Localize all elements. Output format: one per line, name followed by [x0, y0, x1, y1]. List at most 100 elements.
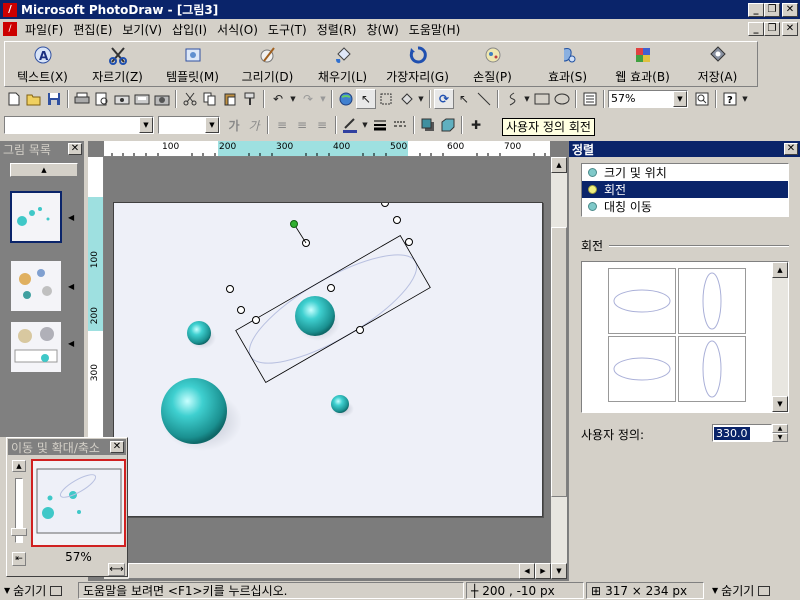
- redo-dropdown-icon[interactable]: ▼: [318, 89, 328, 109]
- thumbnail-3[interactable]: [10, 321, 62, 373]
- gallery-scrollbar[interactable]: ▲ ▼: [772, 262, 788, 412]
- scroll-up-icon[interactable]: ▲: [551, 157, 567, 173]
- option-size-position[interactable]: 크기 및 위치: [582, 164, 788, 181]
- template-button[interactable]: 템플릿(M): [155, 42, 230, 88]
- font-dropdown-icon[interactable]: ▼: [139, 117, 153, 133]
- pan-zoom-preview[interactable]: [31, 459, 126, 547]
- scan-icon[interactable]: [112, 89, 132, 109]
- web-globe-icon[interactable]: [336, 89, 356, 109]
- menu-format[interactable]: 서식(O): [212, 21, 263, 38]
- format-painter-icon[interactable]: [240, 89, 260, 109]
- select-region-icon[interactable]: [376, 89, 396, 109]
- close-button[interactable]: ✕: [782, 2, 798, 17]
- pen-color-icon[interactable]: [340, 115, 360, 135]
- spin-up-icon[interactable]: ▲: [772, 424, 788, 433]
- align-right-icon[interactable]: ≡: [312, 115, 332, 135]
- scroll-up-button[interactable]: ▲: [10, 163, 78, 177]
- close-icon[interactable]: ✕: [68, 143, 82, 155]
- draw-button[interactable]: 그리기(D): [230, 42, 305, 88]
- rectangle-icon[interactable]: [532, 89, 552, 109]
- zoom-fit-icon[interactable]: [692, 89, 712, 109]
- camera-icon[interactable]: [152, 89, 172, 109]
- print-preview-icon[interactable]: [92, 89, 112, 109]
- line-weight-icon[interactable]: [370, 115, 390, 135]
- align-left-icon[interactable]: ≡: [272, 115, 292, 135]
- font-size-select[interactable]: ▼: [158, 116, 220, 134]
- help-dropdown-icon[interactable]: ▼: [740, 89, 750, 109]
- menu-window[interactable]: 창(W): [362, 21, 404, 38]
- custom-rotation-field[interactable]: 330.0: [712, 424, 772, 442]
- new-icon[interactable]: [4, 89, 24, 109]
- menu-insert[interactable]: 삽입(I): [167, 21, 212, 38]
- scroll-left-icon[interactable]: ◀: [519, 563, 535, 579]
- zoom-dropdown-icon[interactable]: ▼: [673, 91, 687, 107]
- bold-button[interactable]: 가: [224, 115, 244, 135]
- curve-dropdown-icon[interactable]: ▼: [522, 89, 532, 109]
- rotation-preset-270[interactable]: [678, 336, 746, 402]
- undo-icon[interactable]: ↶: [268, 89, 288, 109]
- menu-help[interactable]: 도움말(H): [404, 21, 466, 38]
- scroll-down-icon[interactable]: ▼: [772, 396, 788, 412]
- align-center-icon[interactable]: ≡: [292, 115, 312, 135]
- copy-icon[interactable]: [200, 89, 220, 109]
- zoom-slider-thumb[interactable]: [11, 528, 27, 536]
- document-icon[interactable]: /: [3, 22, 17, 36]
- cut-icon[interactable]: [180, 89, 200, 109]
- close-icon[interactable]: ✕: [110, 441, 124, 453]
- zoom-out-icon[interactable]: ⇤: [12, 552, 26, 566]
- rotation-preset-0[interactable]: [608, 268, 676, 334]
- flip-icon[interactable]: ✚: [466, 115, 486, 135]
- vertical-scroll-thumb[interactable]: [551, 227, 567, 497]
- font-name-select[interactable]: ▼: [4, 116, 154, 134]
- picture-list-icon[interactable]: [580, 89, 600, 109]
- shadow-icon[interactable]: [418, 115, 438, 135]
- rotation-preset-180[interactable]: [608, 336, 676, 402]
- hide-left-button[interactable]: ▼ 숨기기: [0, 582, 78, 599]
- paste-icon[interactable]: [220, 89, 240, 109]
- scroll-right-icon[interactable]: ▶: [535, 563, 551, 579]
- vertical-scrollbar[interactable]: ▲ ▼: [551, 157, 567, 579]
- minimize-button[interactable]: _: [748, 2, 764, 17]
- fill-bucket-icon[interactable]: [396, 89, 416, 109]
- doc-minimize-button[interactable]: _: [748, 22, 764, 36]
- italic-button[interactable]: 가: [244, 115, 264, 135]
- zoom-in-icon[interactable]: ▲: [12, 460, 26, 472]
- rotation-preset-90[interactable]: [678, 268, 746, 334]
- horizontal-scrollbar[interactable]: ◀ ▶: [104, 563, 551, 579]
- thumbnail-2[interactable]: [10, 260, 62, 312]
- line-icon[interactable]: [474, 89, 494, 109]
- restore-button[interactable]: ❐: [764, 2, 780, 17]
- menu-view[interactable]: 보기(V): [117, 21, 167, 38]
- thumbnail-arrow-icon[interactable]: ◀: [68, 213, 74, 222]
- undo-dropdown-icon[interactable]: ▼: [288, 89, 298, 109]
- doc-restore-button[interactable]: ❐: [764, 22, 780, 36]
- fill-button[interactable]: 채우기(L): [305, 42, 380, 88]
- doc-close-button[interactable]: ✕: [782, 22, 798, 36]
- ellipse-icon[interactable]: [552, 89, 572, 109]
- save-big-button[interactable]: 저장(A): [680, 42, 755, 88]
- horizontal-scroll-thumb[interactable]: [128, 563, 540, 579]
- pointer-icon[interactable]: ↖: [356, 89, 376, 109]
- thumbnail-arrow-icon[interactable]: ◀: [68, 339, 74, 348]
- text-button[interactable]: A 텍스트(X): [5, 42, 80, 88]
- option-flip[interactable]: 대칭 이동: [582, 198, 788, 215]
- spin-down-icon[interactable]: ▼: [772, 433, 788, 442]
- pen-dropdown-icon[interactable]: ▼: [360, 115, 370, 135]
- scroll-up-icon[interactable]: ▲: [772, 262, 788, 278]
- picture-canvas[interactable]: [113, 202, 543, 517]
- option-rotate[interactable]: 회전: [582, 181, 788, 198]
- effects-button[interactable]: 효과(S): [530, 42, 605, 88]
- outline-button[interactable]: 가장자리(G): [380, 42, 455, 88]
- zoom-select[interactable]: 57% ▼: [608, 90, 688, 108]
- dash-style-icon[interactable]: [390, 115, 410, 135]
- menu-edit[interactable]: 편집(E): [68, 21, 117, 38]
- fit-width-icon[interactable]: ⟷: [108, 563, 125, 576]
- save-icon[interactable]: [44, 89, 64, 109]
- help-icon[interactable]: ?: [720, 89, 740, 109]
- web-effects-button[interactable]: 웹 효과(B): [605, 42, 680, 88]
- open-icon[interactable]: [24, 89, 44, 109]
- print-icon[interactable]: [72, 89, 92, 109]
- scroll-down-icon[interactable]: ▼: [551, 563, 567, 579]
- touchup-button[interactable]: 손질(P): [455, 42, 530, 88]
- close-icon[interactable]: ✕: [784, 143, 798, 155]
